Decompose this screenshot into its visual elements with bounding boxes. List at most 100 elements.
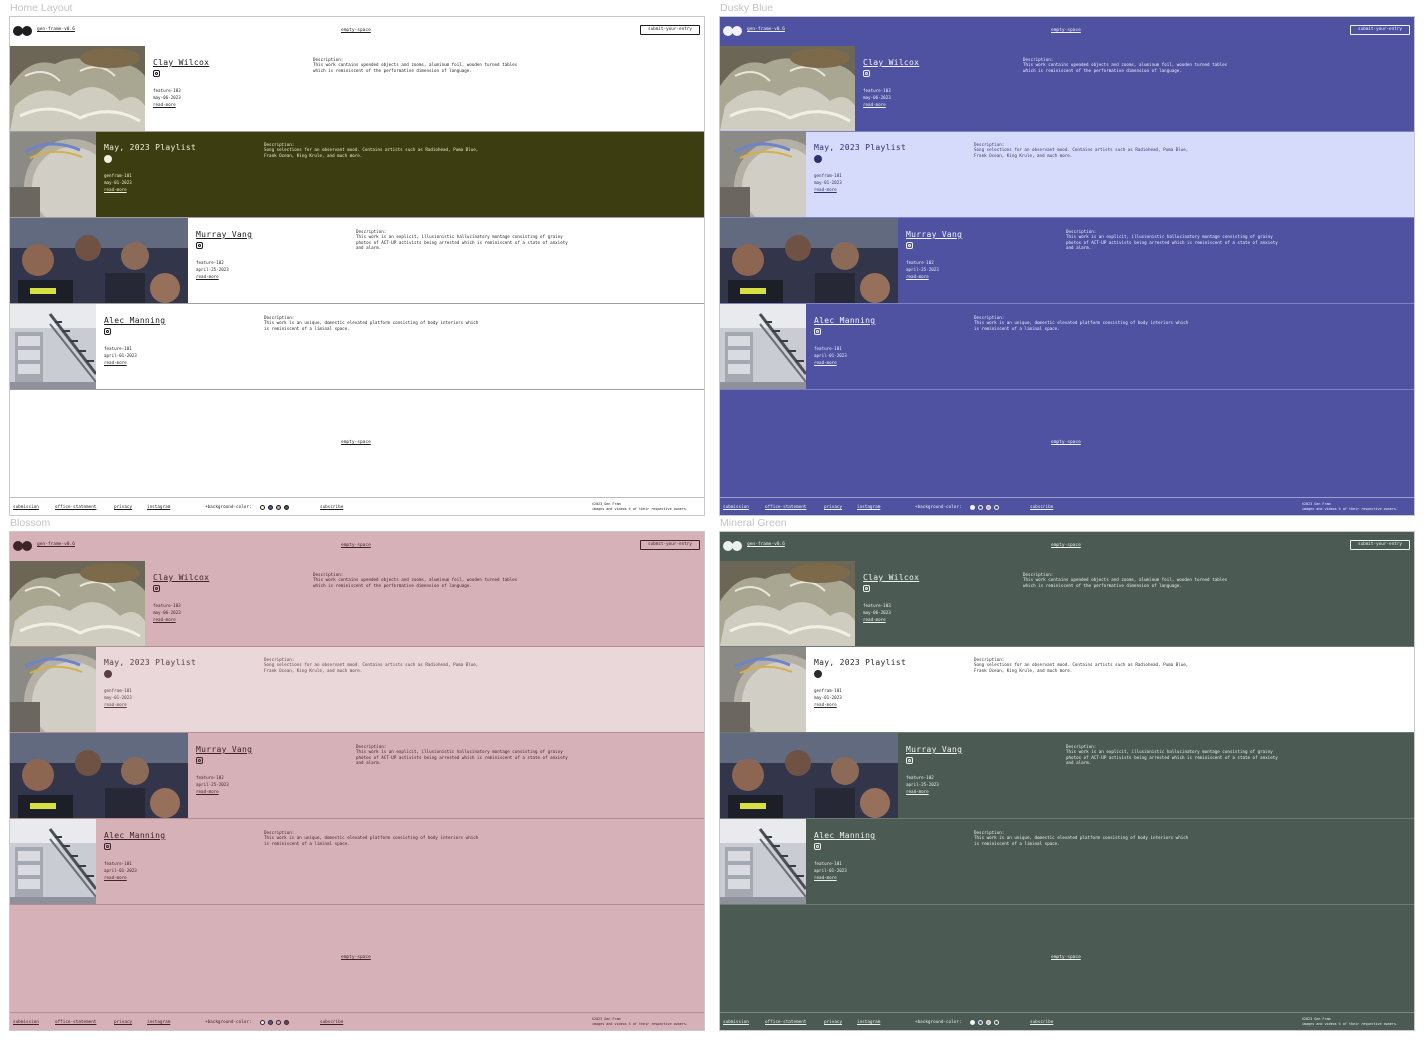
spotify-icon[interactable]	[104, 155, 112, 163]
instagram-icon[interactable]	[104, 843, 111, 850]
read-more-link[interactable]: read-more	[104, 701, 132, 708]
footer-link-instagram[interactable]: instagram	[147, 1020, 170, 1025]
read-more-link[interactable]: read-more	[104, 359, 137, 366]
brand-link[interactable]: gen-frame-v0.6	[37, 542, 75, 547]
read-more-link[interactable]: read-more	[814, 186, 842, 193]
footer-link-privacy[interactable]: privacy	[824, 505, 842, 510]
background-color-swatch[interactable]	[276, 505, 281, 510]
spotify-icon[interactable]	[814, 670, 822, 678]
instagram-icon[interactable]	[863, 70, 870, 77]
footer-link-subscribe[interactable]: subscribe	[320, 505, 343, 510]
entry-thumbnail[interactable]	[10, 46, 145, 131]
empty-space-link[interactable]: empty-space	[1051, 28, 1081, 33]
entry-thumbnail[interactable]	[720, 218, 898, 303]
background-color-swatch[interactable]	[978, 505, 983, 510]
read-more-link[interactable]: read-more	[104, 874, 137, 881]
entry-thumbnail[interactable]	[10, 561, 145, 646]
footer-link-privacy[interactable]: privacy	[824, 1020, 842, 1025]
entry-thumbnail[interactable]	[720, 561, 855, 646]
footer-link-office-statement[interactable]: office-statement	[55, 1020, 96, 1025]
entry-murray[interactable]: Murray Vang feature-102 april-25-2023 re…	[10, 733, 704, 819]
read-more-link[interactable]: read-more	[814, 359, 847, 366]
footer-link-submission[interactable]: submission	[723, 505, 749, 510]
entry-thumbnail[interactable]	[10, 647, 96, 732]
entry-thumbnail[interactable]	[10, 218, 188, 303]
instagram-icon[interactable]	[196, 757, 203, 764]
entry-title[interactable]: Alec Manning	[814, 316, 875, 325]
footer-link-instagram[interactable]: instagram	[857, 1020, 880, 1025]
entry-thumbnail[interactable]	[720, 132, 806, 217]
entry-alec[interactable]: Alec Manning feature-101 april-01-2023 r…	[720, 304, 1414, 390]
instagram-icon[interactable]	[153, 70, 160, 77]
entry-clay[interactable]: Clay Wilcox feature-103 may-06-2023 read…	[720, 46, 1414, 132]
entry-thumbnail[interactable]	[10, 733, 188, 818]
read-more-link[interactable]: read-more	[153, 101, 181, 108]
empty-space-link[interactable]: empty-space	[1051, 543, 1081, 548]
entry-thumbnail[interactable]	[10, 819, 96, 904]
footer-link-subscribe[interactable]: subscribe	[1030, 1020, 1053, 1025]
background-color-swatch[interactable]	[994, 505, 999, 510]
entry-title[interactable]: Clay Wilcox	[863, 573, 919, 582]
footer-link-instagram[interactable]: instagram	[857, 505, 880, 510]
entry-playlist[interactable]: May, 2023 Playlist genfram-101 may-01-20…	[720, 132, 1414, 218]
entry-title[interactable]: Alec Manning	[104, 316, 165, 325]
entry-title[interactable]: Alec Manning	[814, 831, 875, 840]
empty-space-link[interactable]: empty-space	[341, 28, 371, 33]
entry-clay[interactable]: Clay Wilcox feature-103 may-06-2023 read…	[720, 561, 1414, 647]
background-color-swatch[interactable]	[986, 505, 991, 510]
logo-icon[interactable]	[723, 541, 743, 551]
read-more-link[interactable]: read-more	[906, 273, 939, 280]
empty-space-link[interactable]: empty-space	[341, 440, 371, 445]
footer-link-office-statement[interactable]: office-statement	[55, 505, 96, 510]
entry-murray[interactable]: Murray Vang feature-102 april-25-2023 re…	[720, 733, 1414, 819]
entry-thumbnail[interactable]	[720, 647, 806, 732]
entry-title[interactable]: Murray Vang	[906, 745, 962, 754]
brand-link[interactable]: gen-frame-v0.6	[747, 27, 785, 32]
read-more-link[interactable]: read-more	[863, 101, 891, 108]
entry-title[interactable]: Murray Vang	[196, 230, 252, 239]
entry-murray[interactable]: Murray Vang feature-102 april-25-2023 re…	[10, 218, 704, 304]
read-more-link[interactable]: read-more	[863, 616, 891, 623]
footer-link-subscribe[interactable]: subscribe	[1030, 505, 1053, 510]
entry-title[interactable]: Alec Manning	[104, 831, 165, 840]
entry-title[interactable]: Clay Wilcox	[153, 573, 209, 582]
background-color-swatch[interactable]	[994, 1020, 999, 1025]
instagram-icon[interactable]	[906, 757, 913, 764]
footer-link-submission[interactable]: submission	[723, 1020, 749, 1025]
read-more-link[interactable]: read-more	[814, 874, 847, 881]
footer-link-submission[interactable]: submission	[13, 505, 39, 510]
entry-thumbnail[interactable]	[720, 733, 898, 818]
brand-link[interactable]: gen-frame-v0.6	[37, 27, 75, 32]
brand-link[interactable]: gen-frame-v0.6	[747, 542, 785, 547]
footer-link-office-statement[interactable]: office-statement	[765, 1020, 806, 1025]
entry-title[interactable]: Clay Wilcox	[153, 58, 209, 67]
background-color-swatch[interactable]	[970, 505, 975, 510]
empty-space-link[interactable]: empty-space	[341, 543, 371, 548]
submit-entry-button[interactable]: submit-your-entry	[640, 540, 700, 550]
entry-title[interactable]: Clay Wilcox	[863, 58, 919, 67]
read-more-link[interactable]: read-more	[153, 616, 181, 623]
entry-title[interactable]: Murray Vang	[196, 745, 252, 754]
background-color-swatch[interactable]	[986, 1020, 991, 1025]
spotify-icon[interactable]	[104, 670, 112, 678]
read-more-link[interactable]: read-more	[104, 186, 132, 193]
submit-entry-button[interactable]: submit-your-entry	[1350, 25, 1410, 35]
footer-link-privacy[interactable]: privacy	[114, 505, 132, 510]
entry-clay[interactable]: Clay Wilcox feature-103 may-06-2023 read…	[10, 46, 704, 132]
read-more-link[interactable]: read-more	[196, 788, 229, 795]
background-color-swatch[interactable]	[268, 505, 273, 510]
entry-playlist[interactable]: May, 2023 Playlist genfram-101 may-01-20…	[10, 647, 704, 733]
instagram-icon[interactable]	[863, 585, 870, 592]
footer-link-instagram[interactable]: instagram	[147, 505, 170, 510]
entry-alec[interactable]: Alec Manning feature-101 april-01-2023 r…	[720, 819, 1414, 905]
background-color-swatch[interactable]	[284, 1020, 289, 1025]
empty-space-link[interactable]: empty-space	[1051, 440, 1081, 445]
instagram-icon[interactable]	[196, 242, 203, 249]
footer-link-office-statement[interactable]: office-statement	[765, 505, 806, 510]
entry-thumbnail[interactable]	[720, 46, 855, 131]
entry-thumbnail[interactable]	[10, 132, 96, 217]
entry-playlist[interactable]: May, 2023 Playlist genfram-101 may-01-20…	[10, 132, 704, 218]
instagram-icon[interactable]	[906, 242, 913, 249]
submit-entry-button[interactable]: submit-your-entry	[1350, 540, 1410, 550]
empty-space-link[interactable]: empty-space	[341, 955, 371, 960]
